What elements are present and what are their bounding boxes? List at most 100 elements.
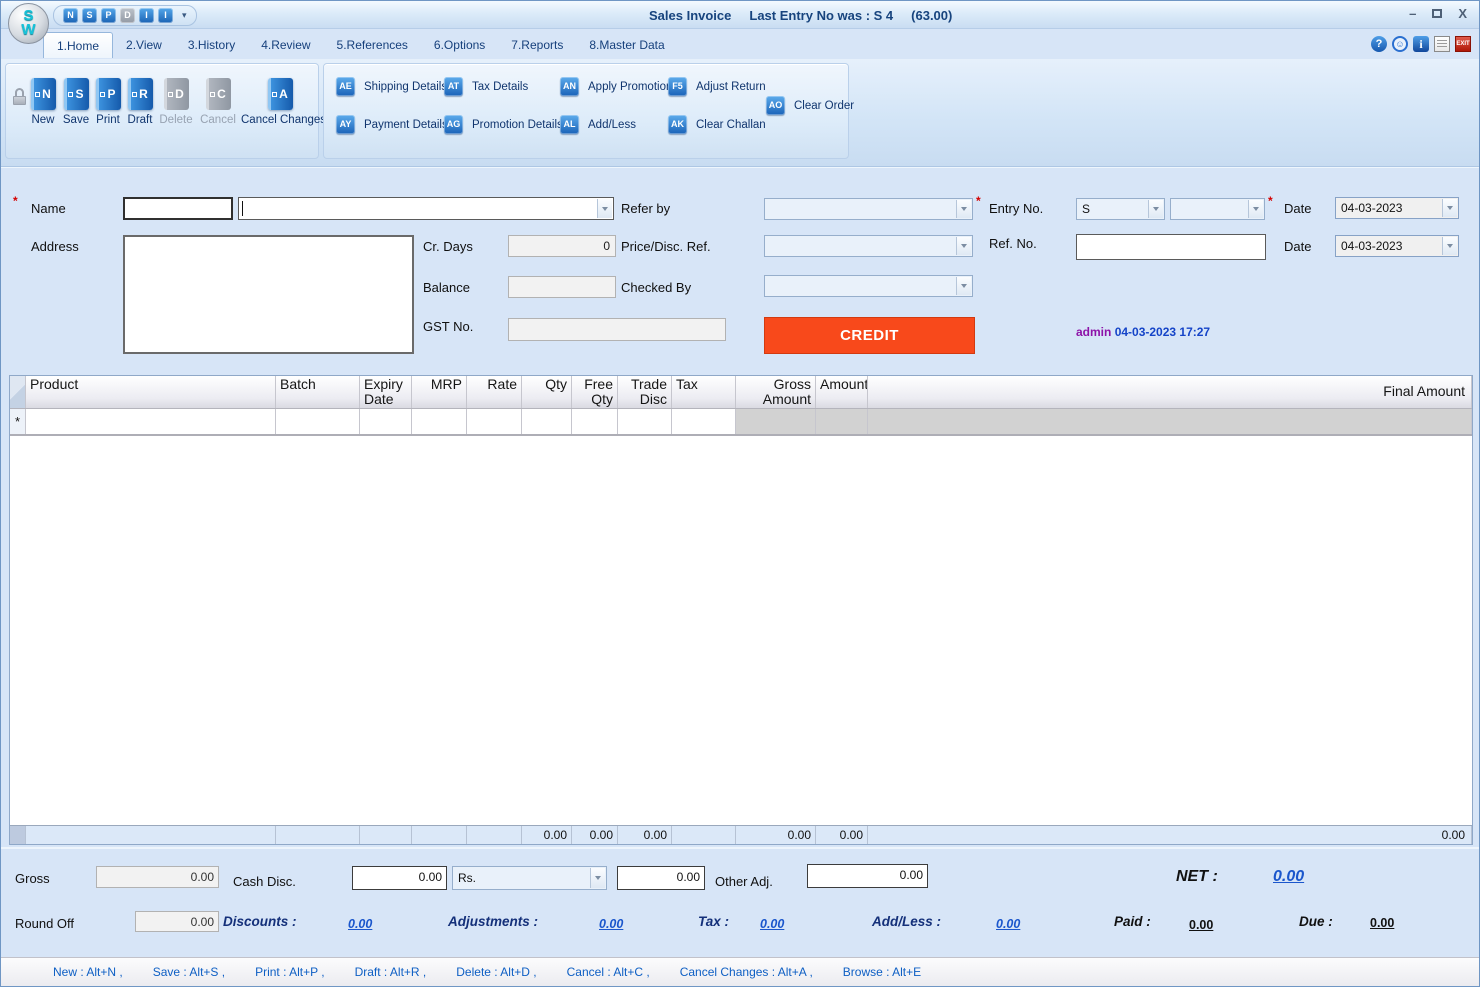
ribbon: N New S Save P Print R Draft D Delete bbox=[1, 59, 1479, 167]
tab-review[interactable]: 4.Review bbox=[248, 32, 323, 58]
save-button[interactable]: S Save bbox=[60, 78, 92, 126]
paid-label: Paid : bbox=[1114, 914, 1151, 929]
app-logo-icon[interactable]: S W bbox=[8, 3, 49, 44]
discounts-value-link[interactable]: 0.00 bbox=[348, 917, 372, 931]
cash-disc-mode-combo[interactable]: Rs. bbox=[452, 866, 607, 890]
tab-options[interactable]: 6.Options bbox=[421, 32, 498, 58]
quick-access-toolbar: N S P D I I ▾ bbox=[53, 5, 197, 26]
entry-date-combo[interactable]: 04-03-2023 bbox=[1335, 197, 1459, 219]
price-disc-ref-combo[interactable] bbox=[764, 235, 973, 257]
support-icon[interactable]: ☺ bbox=[1392, 36, 1408, 52]
entry-no-label: Entry No. bbox=[989, 201, 1043, 216]
party-code-input[interactable] bbox=[123, 197, 233, 220]
cell-expiry-date[interactable] bbox=[360, 409, 412, 434]
shipping-details-button[interactable]: AE Shipping Details bbox=[336, 77, 447, 96]
tab-reports[interactable]: 7.Reports bbox=[498, 32, 576, 58]
dropdown-arrow-icon[interactable] bbox=[956, 200, 971, 218]
dropdown-arrow-icon[interactable] bbox=[590, 868, 605, 888]
cancel-changes-button[interactable]: A Cancel Changes bbox=[240, 78, 320, 126]
exit-icon[interactable]: EXIT bbox=[1455, 36, 1471, 52]
tab-history[interactable]: 3.History bbox=[175, 32, 248, 58]
close-icon[interactable]: X bbox=[1458, 6, 1467, 21]
add-less-button[interactable]: AL Add/Less bbox=[560, 115, 636, 134]
cell-product[interactable] bbox=[26, 409, 276, 434]
quick-save-icon[interactable]: S bbox=[82, 8, 97, 23]
party-name-combo[interactable] bbox=[238, 197, 614, 220]
tab-master-data[interactable]: 8.Master Data bbox=[576, 32, 677, 58]
print-icon: P bbox=[96, 78, 121, 110]
entry-number-combo[interactable] bbox=[1170, 198, 1265, 220]
shipping-details-icon: AE bbox=[336, 77, 355, 96]
dropdown-arrow-icon[interactable] bbox=[1248, 200, 1263, 218]
tax-details-icon: AT bbox=[444, 77, 463, 96]
grid-header: Product Batch ExpiryDate MRP Rate Qty Fr… bbox=[10, 376, 1472, 409]
other-adj-input[interactable]: 0.00 bbox=[807, 864, 928, 888]
dropdown-arrow-icon[interactable] bbox=[1442, 199, 1457, 217]
items-grid: Product Batch ExpiryDate MRP Rate Qty Fr… bbox=[9, 375, 1473, 845]
refer-by-combo[interactable] bbox=[764, 198, 973, 220]
clear-challan-button[interactable]: AK Clear Challan bbox=[668, 115, 766, 134]
draft-button[interactable]: R Draft bbox=[124, 78, 156, 126]
col-gross-amount: GrossAmount bbox=[736, 376, 816, 408]
quick-draft-icon: D bbox=[120, 8, 135, 23]
cell-trade-disc[interactable] bbox=[618, 409, 672, 434]
cell-tax[interactable] bbox=[672, 409, 736, 434]
adjust-return-button[interactable]: F5 Adjust Return bbox=[668, 77, 766, 96]
col-rate: Rate bbox=[467, 376, 522, 408]
net-value-link[interactable]: 0.00 bbox=[1273, 868, 1304, 886]
total-amount: 0.00 bbox=[816, 826, 868, 844]
address-textarea[interactable] bbox=[123, 235, 414, 354]
addless-label: Add/Less : bbox=[872, 914, 941, 929]
save-icon: S bbox=[64, 78, 89, 110]
payment-details-button[interactable]: AY Payment Details bbox=[336, 115, 448, 134]
maximize-icon[interactable] bbox=[1432, 9, 1442, 18]
col-batch: Batch bbox=[276, 376, 360, 408]
dropdown-arrow-icon[interactable] bbox=[597, 199, 612, 218]
dropdown-arrow-icon[interactable] bbox=[1442, 237, 1457, 255]
quick-print-icon[interactable]: P bbox=[101, 8, 116, 23]
addless-value-link[interactable]: 0.00 bbox=[996, 917, 1020, 931]
due-value: 0.00 bbox=[1370, 916, 1394, 930]
apply-promotion-button[interactable]: AN Apply Promotion bbox=[560, 77, 672, 96]
quick-tool-icon-2[interactable]: I bbox=[158, 8, 173, 23]
info-icon[interactable]: i bbox=[1413, 36, 1429, 52]
refer-by-label: Refer by bbox=[621, 201, 670, 216]
cr-days-label: Cr. Days bbox=[423, 239, 473, 254]
adjustments-value-link[interactable]: 0.00 bbox=[599, 917, 623, 931]
cash-disc-input[interactable]: 0.00 bbox=[352, 866, 447, 890]
cash-disc-amount-input[interactable]: 0.00 bbox=[617, 866, 705, 890]
tax-value-link[interactable]: 0.00 bbox=[760, 917, 784, 931]
quick-tool-icon-1[interactable]: I bbox=[139, 8, 154, 23]
tax-details-button[interactable]: AT Tax Details bbox=[444, 77, 528, 96]
clear-order-button[interactable]: AO Clear Order bbox=[766, 96, 854, 115]
entry-series-combo[interactable]: S bbox=[1076, 198, 1165, 220]
cell-rate[interactable] bbox=[467, 409, 522, 434]
notes-icon[interactable] bbox=[1434, 36, 1450, 52]
print-button[interactable]: P Print bbox=[92, 78, 124, 126]
cell-mrp[interactable] bbox=[412, 409, 467, 434]
dropdown-arrow-icon[interactable] bbox=[956, 237, 971, 255]
checked-by-combo[interactable] bbox=[764, 275, 973, 297]
tab-home[interactable]: 1.Home bbox=[43, 32, 113, 58]
dropdown-arrow-icon[interactable] bbox=[1148, 200, 1163, 218]
ref-date-combo[interactable]: 04-03-2023 bbox=[1335, 235, 1459, 257]
new-button[interactable]: N New bbox=[26, 78, 60, 126]
add-less-icon: AL bbox=[560, 115, 579, 134]
cell-batch[interactable] bbox=[276, 409, 360, 434]
cell-qty[interactable] bbox=[522, 409, 572, 434]
ref-no-input[interactable] bbox=[1076, 234, 1266, 260]
credit-mode-button[interactable]: CREDIT bbox=[764, 317, 975, 354]
promotion-details-button[interactable]: AG Promotion Details bbox=[444, 115, 563, 134]
tab-references[interactable]: 5.References bbox=[324, 32, 421, 58]
tab-view[interactable]: 2.View bbox=[113, 32, 175, 58]
shortcut-new: New : Alt+N , bbox=[53, 965, 123, 979]
quick-access-more-icon[interactable]: ▾ bbox=[182, 10, 187, 21]
total-gross-amount: 0.00 bbox=[736, 826, 816, 844]
dropdown-arrow-icon[interactable] bbox=[956, 277, 971, 295]
ribbon-tabs: 1.Home 2.View 3.History 4.Review 5.Refer… bbox=[43, 32, 678, 58]
quick-new-icon[interactable]: N bbox=[63, 8, 78, 23]
minimize-icon[interactable]: – bbox=[1409, 6, 1416, 21]
app-window: S W N S P D I I ▾ Sales Invoice Last Ent… bbox=[0, 0, 1480, 987]
help-icon[interactable]: ? bbox=[1371, 36, 1387, 52]
cell-free-qty[interactable] bbox=[572, 409, 618, 434]
